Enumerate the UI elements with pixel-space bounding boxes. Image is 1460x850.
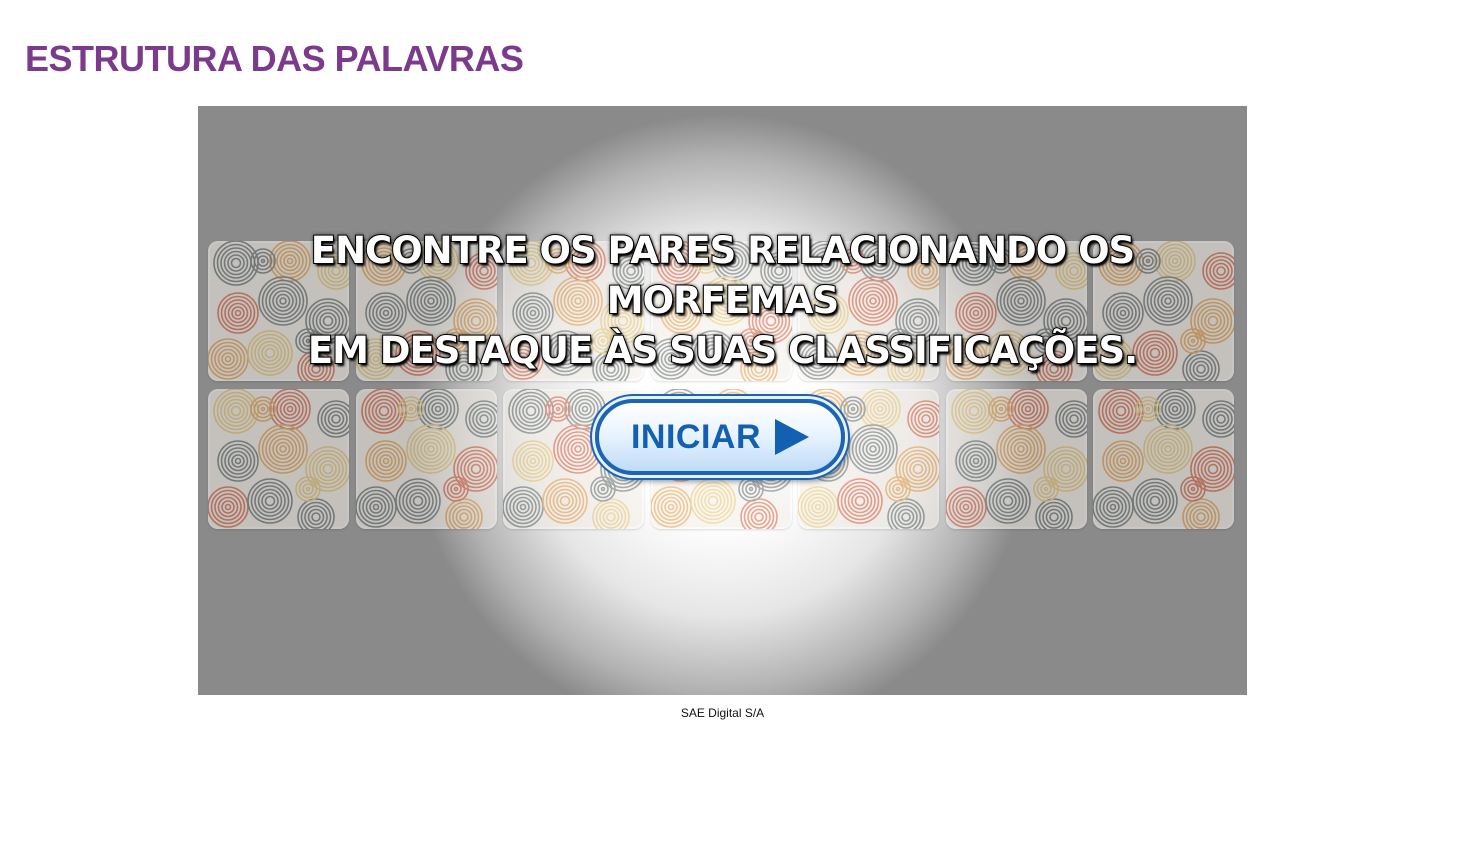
game-instruction: ENCONTRE OS PARES RELACIONANDO OS MORFEM… [198, 226, 1247, 376]
concentric-circles-pattern [945, 389, 1087, 529]
play-arrow-icon [775, 419, 810, 455]
start-button-label: INICIAR [630, 417, 762, 456]
memory-card[interactable] [355, 389, 497, 529]
footer-copyright: SAE Digital S/A [680, 706, 765, 720]
instruction-line-1: ENCONTRE OS PARES RELACIONANDO OS MORFEM… [310, 228, 1136, 323]
memory-card[interactable] [208, 389, 349, 529]
memory-card[interactable] [1093, 389, 1234, 529]
memory-game-frame[interactable]: ENCONTRE OS PARES RELACIONANDO OS MORFEM… [198, 106, 1247, 695]
page-title: ESTRUTURA DAS PALAVRAS [25, 38, 524, 79]
concentric-circles-pattern [208, 389, 349, 529]
start-button[interactable]: INICIAR [595, 399, 845, 475]
concentric-circles-pattern [1093, 389, 1234, 529]
instruction-line-2: EM DESTAQUE ÀS SUAS CLASSIFICAÇÕES. [307, 328, 1139, 373]
concentric-circles-pattern [355, 389, 497, 529]
memory-card[interactable] [945, 389, 1087, 529]
